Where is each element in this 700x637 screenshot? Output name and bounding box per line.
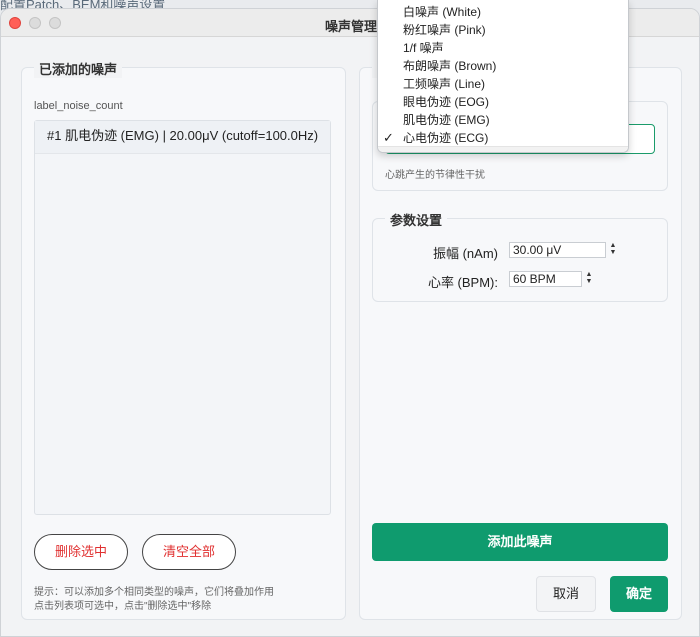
noise-list[interactable]: #1 肌电伪迹 (EMG) | 20.00μV (cutoff=100.0Hz) bbox=[34, 120, 331, 515]
delete-selected-button[interactable]: 删除选中 bbox=[34, 534, 128, 570]
option-label: 1/f 噪声 bbox=[403, 41, 444, 55]
heart-rate-spinbox[interactable]: 60 BPM bbox=[509, 271, 582, 287]
noise-count-label: label_noise_count bbox=[34, 100, 123, 112]
window-title: 噪声管理 bbox=[325, 19, 378, 34]
added-noises-panel: 已添加的噪声 label_noise_count #1 肌电伪迹 (EMG) |… bbox=[21, 59, 346, 620]
maximize-window-button[interactable] bbox=[49, 17, 61, 29]
cancel-button[interactable]: 取消 bbox=[536, 576, 596, 612]
amplitude-row: 振幅 (nAm) bbox=[373, 242, 498, 261]
heart-rate-stepper-icon[interactable]: ▲ ▼ bbox=[584, 271, 594, 287]
heart-rate-label: 心率 (BPM): bbox=[427, 275, 498, 290]
dropdown-option-ecg[interactable]: ✓ 心电伪迹 (ECG) bbox=[378, 129, 628, 147]
parameter-settings-group: 参数设置 振幅 (nAm) 30.00 μV ▲ ▼ 心率 (BPM): 60 B… bbox=[372, 210, 668, 302]
checkmark-icon: ✓ bbox=[383, 130, 394, 145]
ok-button[interactable]: 确定 bbox=[610, 576, 668, 612]
option-label: 工频噪声 (Line) bbox=[403, 77, 486, 91]
dropdown-option-line[interactable]: 工频噪声 (Line) bbox=[378, 75, 628, 93]
option-label: 布朗噪声 (Brown) bbox=[403, 59, 497, 73]
option-label: 肌电伪迹 (EMG) bbox=[403, 113, 490, 127]
dropdown-option-pink[interactable]: 粉红噪声 (Pink) bbox=[378, 21, 628, 39]
parameter-settings-title: 参数设置 bbox=[385, 210, 448, 229]
clear-all-button[interactable]: 清空全部 bbox=[142, 534, 236, 570]
added-noises-title: 已添加的噪声 bbox=[34, 59, 123, 78]
add-noise-button[interactable]: 添加此噪声 bbox=[372, 523, 668, 561]
heart-rate-row: 心率 (BPM): bbox=[373, 271, 498, 290]
option-label: 眼电伪迹 (EOG) bbox=[403, 95, 489, 109]
dropdown-scroll-area[interactable] bbox=[378, 146, 628, 152]
option-label: 粉红噪声 (Pink) bbox=[403, 23, 486, 37]
close-window-button[interactable] bbox=[9, 17, 21, 29]
minimize-window-button[interactable] bbox=[29, 17, 41, 29]
amplitude-stepper-icon[interactable]: ▲ ▼ bbox=[608, 242, 618, 258]
hint-line-1: 提示：可以添加多个相同类型的噪声，它们将叠加作用 bbox=[34, 587, 274, 598]
dropdown-option-emg[interactable]: 肌电伪迹 (EMG) bbox=[378, 111, 628, 129]
dropdown-option-1f[interactable]: 1/f 噪声 bbox=[378, 39, 628, 57]
noise-type-dropdown[interactable]: 白噪声 (White) 粉红噪声 (Pink) 1/f 噪声 布朗噪声 (Bro… bbox=[377, 0, 629, 153]
amplitude-spinbox[interactable]: 30.00 μV bbox=[509, 242, 606, 258]
option-label: 心电伪迹 (ECG) bbox=[403, 131, 489, 145]
dropdown-option-brown[interactable]: 布朗噪声 (Brown) bbox=[378, 57, 628, 75]
dropdown-option-white[interactable]: 白噪声 (White) bbox=[378, 3, 628, 21]
list-item[interactable]: #1 肌电伪迹 (EMG) | 20.00μV (cutoff=100.0Hz) bbox=[35, 121, 330, 154]
dropdown-option-eog[interactable]: 眼电伪迹 (EOG) bbox=[378, 93, 628, 111]
noise-type-description: 心跳产生的节律性干扰 bbox=[385, 170, 485, 181]
hint-line-2: 点击列表项可选中，点击"删除选中"移除 bbox=[34, 601, 212, 612]
option-label: 白噪声 (White) bbox=[403, 5, 482, 19]
amplitude-label: 振幅 (nAm) bbox=[432, 246, 498, 261]
hint-text: 提示：可以添加多个相同类型的噪声，它们将叠加作用 点击列表项可选中，点击"删除选… bbox=[34, 586, 274, 614]
